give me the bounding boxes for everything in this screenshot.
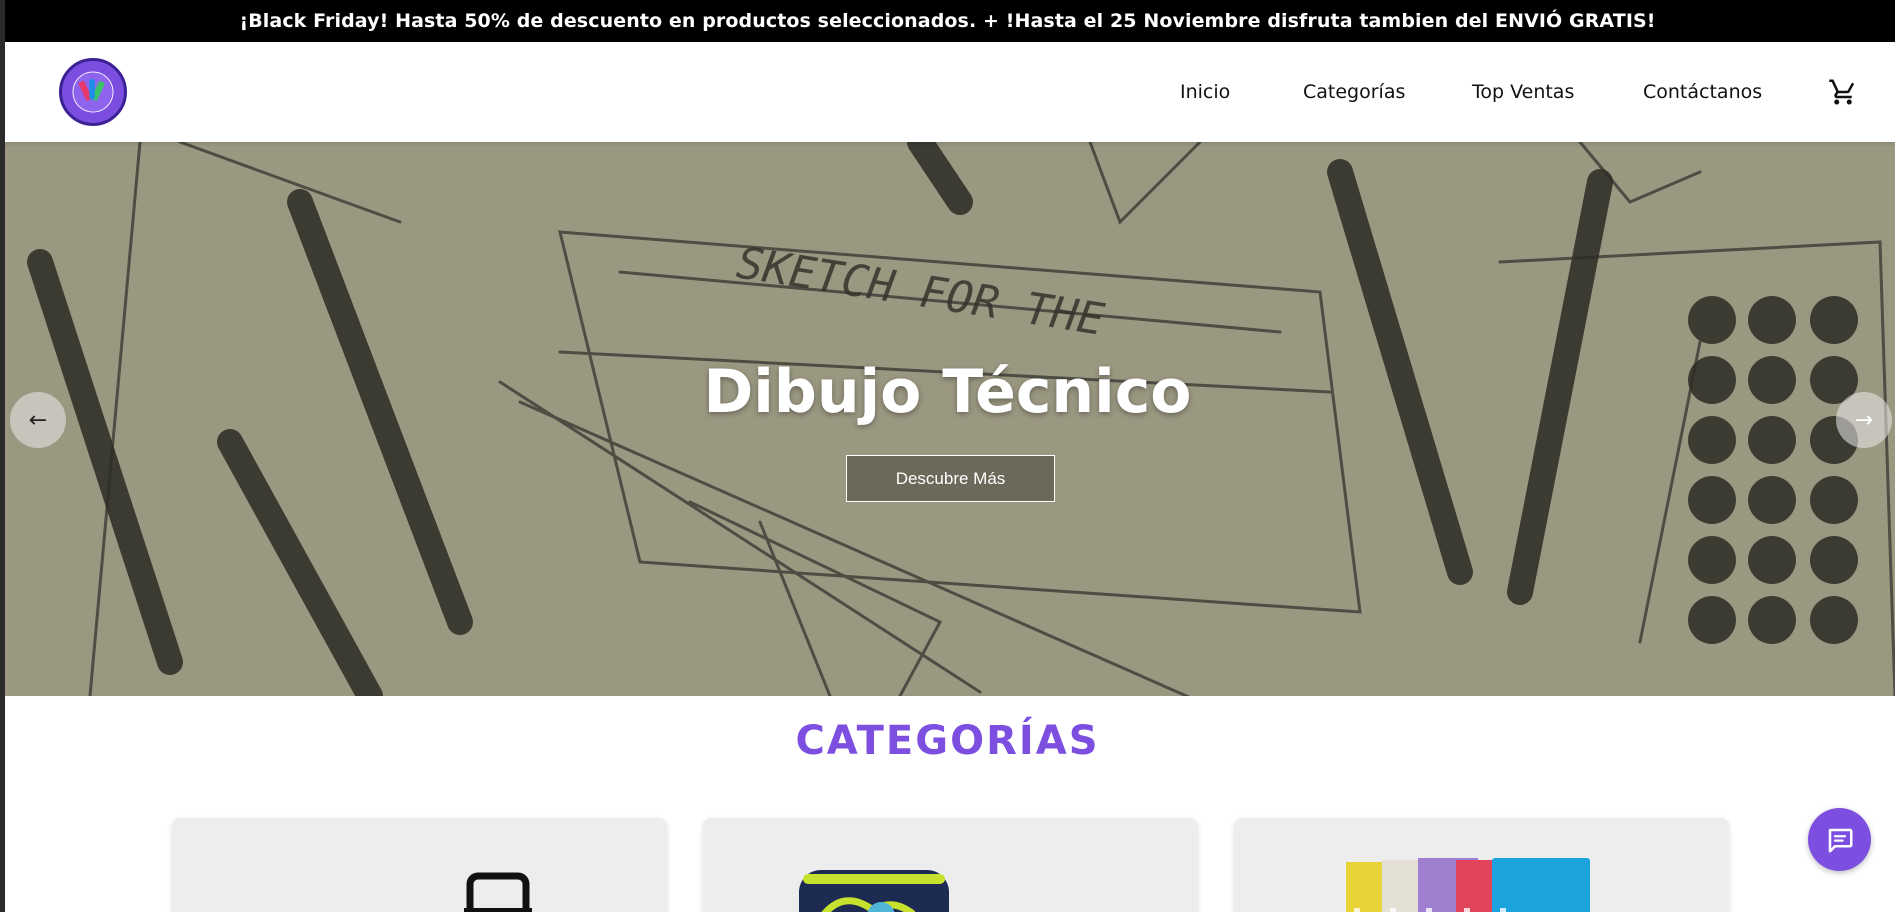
promo-banner: ¡Black Friday! Hasta 50% de descuento en… bbox=[0, 0, 1895, 42]
site-logo[interactable] bbox=[59, 58, 127, 126]
pencil-case-image bbox=[799, 870, 949, 912]
nav-contactanos[interactable]: Contáctanos bbox=[1643, 81, 1762, 103]
categories-heading: CATEGORÍAS bbox=[795, 718, 1100, 764]
promo-text: ¡Black Friday! Hasta 50% de descuento en… bbox=[239, 10, 1656, 32]
carousel-prev-arrow[interactable]: ← bbox=[10, 392, 66, 448]
site-header: Inicio Categorías Top Ventas Contáctanos bbox=[0, 42, 1895, 142]
hero-title: Dibujo Técnico bbox=[703, 357, 1192, 427]
category-card-folders[interactable] bbox=[1234, 818, 1729, 912]
chat-icon[interactable] bbox=[1808, 808, 1871, 871]
folders-image bbox=[1346, 858, 1590, 912]
carousel-next-arrow[interactable]: → bbox=[1836, 392, 1892, 448]
cart-icon[interactable] bbox=[1828, 77, 1858, 107]
nav-inicio[interactable]: Inicio bbox=[1180, 81, 1230, 103]
discover-more-button[interactable]: Descubre Más bbox=[846, 455, 1055, 502]
category-card-backpacks[interactable] bbox=[172, 818, 667, 912]
nav-top-ventas[interactable]: Top Ventas bbox=[1472, 81, 1574, 103]
category-card-pencil-cases[interactable] bbox=[703, 818, 1198, 912]
hero-carousel: SKETCH FOR THE Dibujo Técnico Descubre M… bbox=[0, 142, 1895, 696]
window-edge bbox=[0, 0, 5, 912]
nav-categorias[interactable]: Categorías bbox=[1303, 81, 1405, 103]
trolley-backpack-image bbox=[464, 872, 532, 912]
